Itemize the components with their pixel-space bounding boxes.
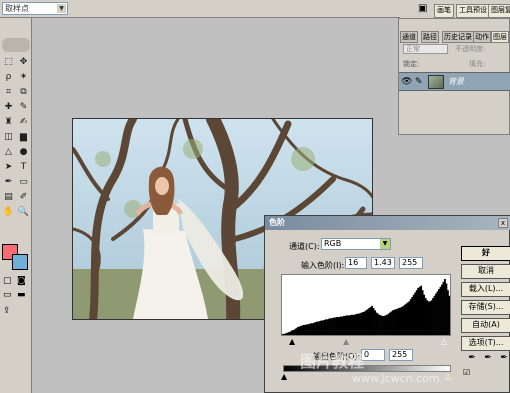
input-white-slider[interactable]: △ xyxy=(441,337,447,346)
layers-panel: 通道 路径 历史记录 动作 图层 正常 不透明度: 锁定: 填充: 👁 ✎ 背景 xyxy=(398,18,510,135)
quick-mask-icon[interactable]: ◙ xyxy=(17,276,26,286)
brush-icon: ✎ xyxy=(415,77,423,87)
feather-logo-icon xyxy=(2,38,30,52)
chevron-down-icon: ▼ xyxy=(57,4,66,13)
tab-tool-presets[interactable]: 工具预设 xyxy=(456,4,490,18)
marquee-icon[interactable]: ⬚ xyxy=(2,56,15,68)
background-color-swatch[interactable] xyxy=(12,254,28,270)
options-bar: 取样点 ▼ ▣ 画笔 工具预设 图层复 xyxy=(0,0,510,18)
eye-icon[interactable]: 👁 xyxy=(401,75,413,89)
output-white-field[interactable]: 255 xyxy=(389,349,413,361)
tab-channels[interactable]: 通道 xyxy=(400,31,418,43)
save-button[interactable]: 存储(S)... xyxy=(461,300,510,315)
layer-name: 背景 xyxy=(448,77,464,86)
watermark-url: www.jcwcn.com xyxy=(352,372,440,385)
notes-icon[interactable]: ▤ xyxy=(2,191,15,203)
input-black-field[interactable]: 16 xyxy=(345,257,367,269)
opacity-label: 不透明度: xyxy=(455,45,486,53)
blend-mode-select[interactable]: 正常 xyxy=(403,44,448,54)
pen-icon[interactable]: ✒ xyxy=(2,176,15,188)
stamp-icon[interactable]: ♜ xyxy=(2,116,15,128)
tab-brushes[interactable]: 画笔 xyxy=(434,4,454,18)
close-button[interactable]: x xyxy=(498,218,508,228)
input-black-slider[interactable]: ▲ xyxy=(289,337,295,346)
lasso-icon[interactable]: ρ xyxy=(2,71,15,83)
white-eyedropper-icon[interactable]: ✒ xyxy=(499,352,509,364)
quick-mask-standard-icon[interactable]: ▢ xyxy=(3,276,12,286)
auto-button[interactable]: 自动(A) xyxy=(461,318,510,333)
ok-button[interactable]: 好 xyxy=(461,246,510,261)
tab-actions[interactable]: 动作 xyxy=(473,31,491,43)
layers-panel-tabs: 通道 路径 历史记录 动作 图层 xyxy=(399,31,510,43)
channel-value: RGB xyxy=(324,239,342,248)
watermark-text: 图片教程 xyxy=(300,352,365,371)
move-icon[interactable]: ✥ xyxy=(17,56,30,68)
type-icon[interactable]: T xyxy=(17,161,30,173)
slice-icon[interactable]: ⧉ xyxy=(17,86,30,98)
channel-select[interactable]: RGB ▼ xyxy=(321,238,391,250)
sample-size-select[interactable]: 取样点 ▼ xyxy=(2,2,68,15)
history-brush-icon[interactable]: ✍ xyxy=(17,116,30,128)
dodge-icon[interactable]: ● xyxy=(17,146,30,158)
lock-label: 锁定: xyxy=(403,60,420,68)
input-gamma-slider[interactable]: ▲ xyxy=(343,337,349,346)
histogram-graph xyxy=(282,279,450,335)
input-white-field[interactable]: 255 xyxy=(399,257,423,269)
sample-size-value: 取样点 xyxy=(5,4,29,13)
channel-label: 通道(C): xyxy=(289,242,320,251)
output-black-slider[interactable]: ▲ xyxy=(281,372,287,381)
tab-paths[interactable]: 路径 xyxy=(421,31,439,43)
histogram-bar xyxy=(448,295,450,335)
shape-icon[interactable]: ▭ xyxy=(17,176,30,188)
toolbox: ▢ ◙ ▭ ▬ ⇪ ⬚ ✥ ρ ✶ ⌗ ⧉ ✚ ✎ ♜ ✍ ◫ ▆ △ ● ➤ T ✒ ▭ ▤ ✐ ✋ 🔍 xyxy=(0,18,32,393)
blur-icon[interactable]: △ xyxy=(2,146,15,158)
layer-row-background[interactable]: 👁 ✎ 背景 xyxy=(399,72,510,91)
options-button[interactable]: 选项(T)... xyxy=(461,336,510,351)
cancel-button[interactable]: 取消 xyxy=(461,264,510,279)
fill-label: 填充: xyxy=(469,60,486,68)
load-button[interactable]: 载入(L)... xyxy=(461,282,510,297)
tab-history[interactable]: 历史记录 xyxy=(442,31,474,43)
tab-layers[interactable]: 图层 xyxy=(491,31,509,43)
eyedropper-icon[interactable]: ✐ xyxy=(17,191,30,203)
crop-icon[interactable]: ⌗ xyxy=(2,86,15,98)
chevron-down-icon: ▼ xyxy=(380,239,390,249)
hand-icon[interactable]: ✋ xyxy=(2,206,15,218)
brush-icon[interactable]: ✎ xyxy=(17,101,30,113)
zoom-icon[interactable]: 🔍 xyxy=(17,206,30,218)
screen-mode-icon[interactable]: ▭ xyxy=(3,290,12,300)
layer-thumbnail xyxy=(428,75,444,89)
output-white-slider[interactable]: △ xyxy=(445,372,451,381)
magic-wand-icon[interactable]: ✶ xyxy=(17,71,30,83)
input-gamma-field[interactable]: 1.43 xyxy=(371,257,395,269)
tab-layer-comps[interactable]: 图层复 xyxy=(488,4,510,18)
path-select-icon[interactable]: ➤ xyxy=(2,161,15,173)
black-eyedropper-icon[interactable]: ✒ xyxy=(467,352,477,364)
preview-checkbox[interactable]: ☑ xyxy=(463,368,470,377)
healing-icon[interactable]: ✚ xyxy=(2,101,15,113)
dialog-title: 色阶 xyxy=(265,216,510,230)
histogram xyxy=(281,274,451,336)
input-levels-label: 输入色阶(I): xyxy=(301,261,345,270)
eraser-icon[interactable]: ◫ xyxy=(2,131,15,143)
palette-well-icon: ▣ xyxy=(418,3,428,14)
output-black-field[interactable]: 0 xyxy=(361,349,385,361)
gray-eyedropper-icon[interactable]: ✒ xyxy=(483,352,493,364)
gradient-icon[interactable]: ▆ xyxy=(17,131,30,143)
jump-to-imageready-icon[interactable]: ⇪ xyxy=(3,306,11,316)
full-screen-icon[interactable]: ▬ xyxy=(17,290,26,300)
palette-well: ▣ 画笔 工具预设 图层复 xyxy=(400,0,510,18)
